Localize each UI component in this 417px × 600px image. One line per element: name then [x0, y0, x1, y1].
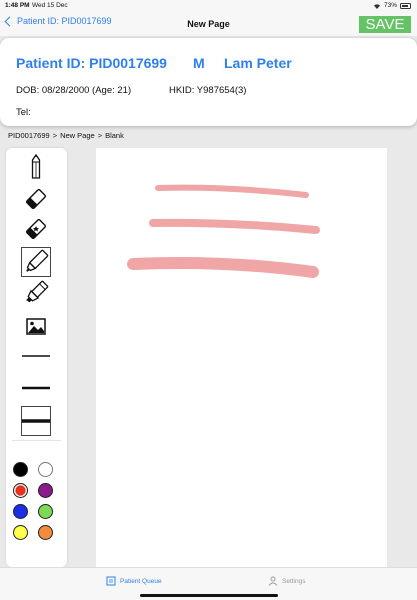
- patient-sex: M: [193, 55, 205, 71]
- marker-icon: [26, 249, 49, 272]
- pencil-icon: [31, 154, 41, 179]
- color-swatch-white[interactable]: [38, 462, 53, 477]
- thin-line-icon: [22, 355, 50, 357]
- tab-bar: Patient Queue Settings: [0, 567, 417, 600]
- medium-line-tool[interactable]: [21, 373, 51, 403]
- patient-details: DOB: 08/28/2000 (Age: 21) HKID: Y987654(…: [16, 85, 246, 96]
- drawing-toolbar: ↶ ↷: [6, 148, 67, 600]
- pencil-tool[interactable]: [21, 152, 51, 182]
- battery-icon: [400, 2, 411, 9]
- ink-stroke: [127, 257, 319, 278]
- color-swatch-purple[interactable]: [38, 483, 53, 498]
- battery-percent: 73%: [383, 2, 397, 9]
- color-swatch-black[interactable]: [13, 462, 28, 477]
- medium-line-icon: [22, 386, 50, 390]
- highlighter-tool[interactable]: [21, 278, 51, 308]
- save-button[interactable]: SAVE: [359, 16, 411, 33]
- status-bar: 1:48 PM Wed 15 Dec 73%: [0, 0, 417, 12]
- color-swatch-green[interactable]: [38, 504, 53, 519]
- toolbar-divider: [12, 440, 61, 441]
- settings-icon: [268, 576, 278, 586]
- patient-queue-icon: [106, 576, 116, 586]
- nav-bar: Patient ID: PID0017699 New Page SAVE: [0, 12, 417, 36]
- breadcrumb: PID0017699 > New Page > Blank: [8, 131, 124, 140]
- patient-name: Lam Peter: [224, 55, 292, 71]
- status-date: Wed 15 Dec: [32, 2, 68, 9]
- area-eraser-tool[interactable]: [21, 214, 51, 244]
- highlighter-icon: [26, 280, 49, 303]
- area-eraser-icon: [26, 219, 46, 239]
- eraser-icon: [26, 189, 46, 209]
- image-tool[interactable]: [21, 311, 51, 341]
- patient-card: Patient ID: PID0017699 M Lam Peter DOB: …: [0, 38, 417, 126]
- tab-label: Settings: [282, 577, 306, 585]
- thin-line-tool[interactable]: [21, 341, 51, 371]
- patient-hkid: HKID: Y987654(3): [169, 85, 247, 96]
- tab-patient-queue[interactable]: Patient Queue: [106, 576, 162, 586]
- eraser-tool[interactable]: [21, 184, 51, 214]
- breadcrumb-item-template: Blank: [105, 131, 124, 140]
- patient-dob: DOB: 08/28/2000 (Age: 21): [16, 85, 132, 96]
- status-right: 73%: [373, 2, 411, 9]
- color-swatch-red[interactable]: [13, 483, 28, 498]
- thick-line-tool[interactable]: [21, 406, 51, 436]
- ink-stroke: [155, 184, 309, 198]
- canvas-strokes: [127, 184, 320, 278]
- page-title: New Page: [187, 19, 230, 29]
- wifi-icon: [373, 3, 380, 9]
- marker-tool[interactable]: [21, 247, 51, 277]
- tab-settings[interactable]: Settings: [268, 576, 306, 586]
- ink-stroke: [149, 218, 320, 234]
- breadcrumb-item-page[interactable]: New Page: [60, 131, 95, 140]
- image-icon: [26, 317, 46, 335]
- patient-header: Patient ID: PID0017699 M Lam Peter: [16, 55, 292, 71]
- patient-id: Patient ID: PID0017699: [16, 55, 167, 71]
- drawing-canvas[interactable]: [96, 148, 387, 567]
- color-swatch-orange[interactable]: [38, 525, 53, 540]
- breadcrumb-separator: >: [52, 131, 58, 140]
- home-indicator: [140, 594, 278, 597]
- breadcrumb-item-patient[interactable]: PID0017699: [8, 131, 50, 140]
- color-swatch-yellow[interactable]: [13, 525, 28, 540]
- tab-label: Patient Queue: [120, 577, 162, 585]
- color-swatch-blue[interactable]: [13, 504, 28, 519]
- breadcrumb-separator: >: [97, 131, 103, 140]
- status-time: 1:48 PM: [5, 2, 30, 9]
- thick-line-icon: [22, 419, 50, 423]
- patient-tel: Tel:: [16, 107, 31, 118]
